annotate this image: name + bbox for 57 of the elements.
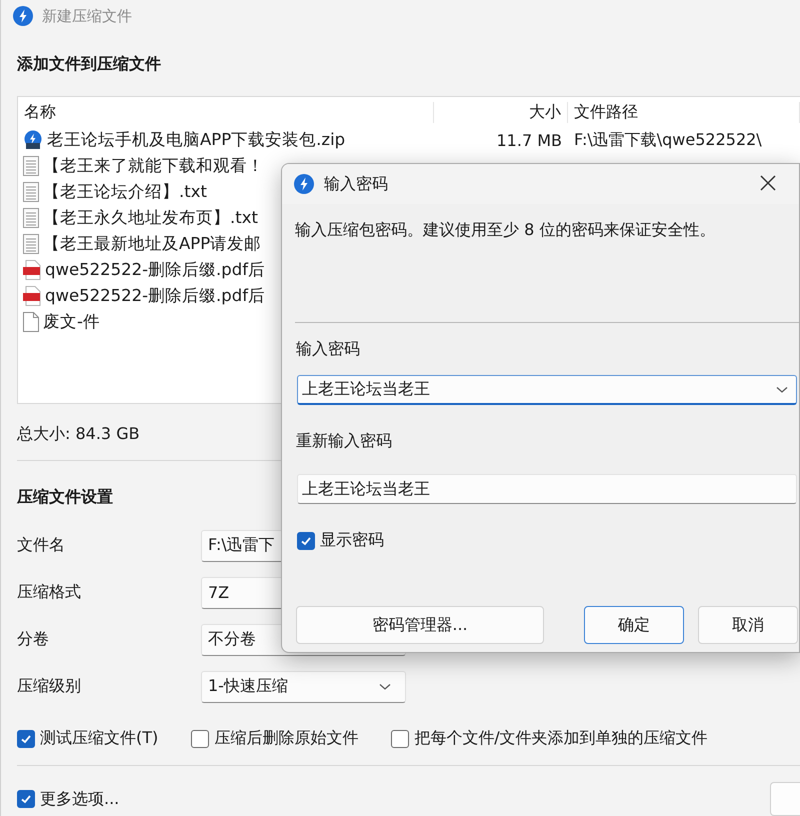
field-label: 分卷: [17, 629, 50, 650]
pdf-file-icon: [23, 260, 41, 280]
dialog-button[interactable]: 密码管理器...: [296, 606, 544, 644]
file-name[interactable]: 【老王来了就能下载和观看！: [18, 155, 264, 177]
dialog-button[interactable]: 取消: [698, 606, 798, 644]
file-name[interactable]: 【老王最新地址及APP请发邮: [18, 233, 262, 255]
column-header[interactable]: 大小: [434, 102, 568, 122]
field-label: 输入密码: [295, 338, 361, 360]
checkbox[interactable]: [391, 730, 410, 748]
password-field[interactable]: 上老王论坛当老王: [297, 474, 797, 504]
checkmark-icon: [20, 793, 32, 805]
file-name[interactable]: 【老王论坛介绍】.txt: [18, 181, 207, 203]
text-file-icon: [23, 208, 39, 228]
close-icon[interactable]: [759, 174, 777, 192]
file-name[interactable]: 【老王永久地址发布页】.txt: [18, 207, 258, 229]
dialog-button[interactable]: 确定: [584, 606, 684, 644]
checkbox[interactable]: [17, 730, 35, 748]
file-name[interactable]: 老王论坛手机及电脑APP下载安装包.zip: [18, 129, 346, 151]
dialog-title: 输入密码: [324, 174, 388, 194]
checkbox[interactable]: [297, 532, 315, 550]
total-size: 总大小: 84.3 GB: [17, 424, 140, 445]
field-label: 重新输入密码: [295, 430, 393, 452]
archive-icon: [23, 130, 43, 150]
file-path: F:\迅雷下载\qwe522522\: [573, 130, 763, 150]
dropdown[interactable]: 1-快速压缩: [201, 670, 406, 702]
section-heading: 压缩文件设置: [17, 487, 113, 508]
checkbox-label: 显示密码: [320, 530, 384, 551]
checkbox-label: 测试压缩文件(T): [40, 728, 158, 749]
chevron-down-icon: [379, 682, 391, 690]
file-size: 11.7 MB: [496, 130, 563, 150]
file-name[interactable]: qwe522522-删除后缀.pdf后: [18, 259, 266, 281]
text-file-icon: [23, 234, 39, 254]
field-label: 压缩级别: [17, 676, 82, 697]
column-header[interactable]: 文件路径: [568, 102, 800, 122]
blank-file-icon: [23, 312, 39, 332]
app-logo-icon: [293, 173, 315, 195]
checkbox[interactable]: [191, 730, 210, 748]
password-combobox[interactable]: 上老王论坛当老王: [297, 375, 797, 405]
chevron-down-icon: [776, 386, 788, 394]
pdf-file-icon: [23, 286, 41, 306]
checkmark-icon: [20, 732, 32, 744]
dialog-message: 输入压缩包密码。建议使用至少 8 位的密码来保证安全性。: [294, 219, 716, 241]
field-label: 文件名: [17, 535, 66, 556]
text-file-icon: [23, 182, 39, 202]
text-file-icon: [23, 156, 39, 176]
checkbox[interactable]: [17, 790, 35, 808]
section-heading: 添加文件到压缩文件: [16, 53, 162, 75]
field-label: 压缩格式: [17, 582, 82, 603]
column-header[interactable]: 名称: [18, 102, 434, 122]
checkbox-label: 把每个文件/文件夹添加到单独的压缩文件: [414, 728, 708, 749]
checkbox-label: 更多选项...: [40, 788, 120, 810]
checkbox-label: 压缩后删除原始文件: [214, 728, 358, 749]
checkmark-icon: [300, 534, 312, 546]
file-name[interactable]: 废文-件: [18, 311, 100, 333]
window-title: 新建压缩文件: [42, 6, 132, 26]
app-logo-icon: [12, 5, 34, 27]
file-name[interactable]: qwe522522-删除后缀.pdf后: [18, 285, 266, 307]
